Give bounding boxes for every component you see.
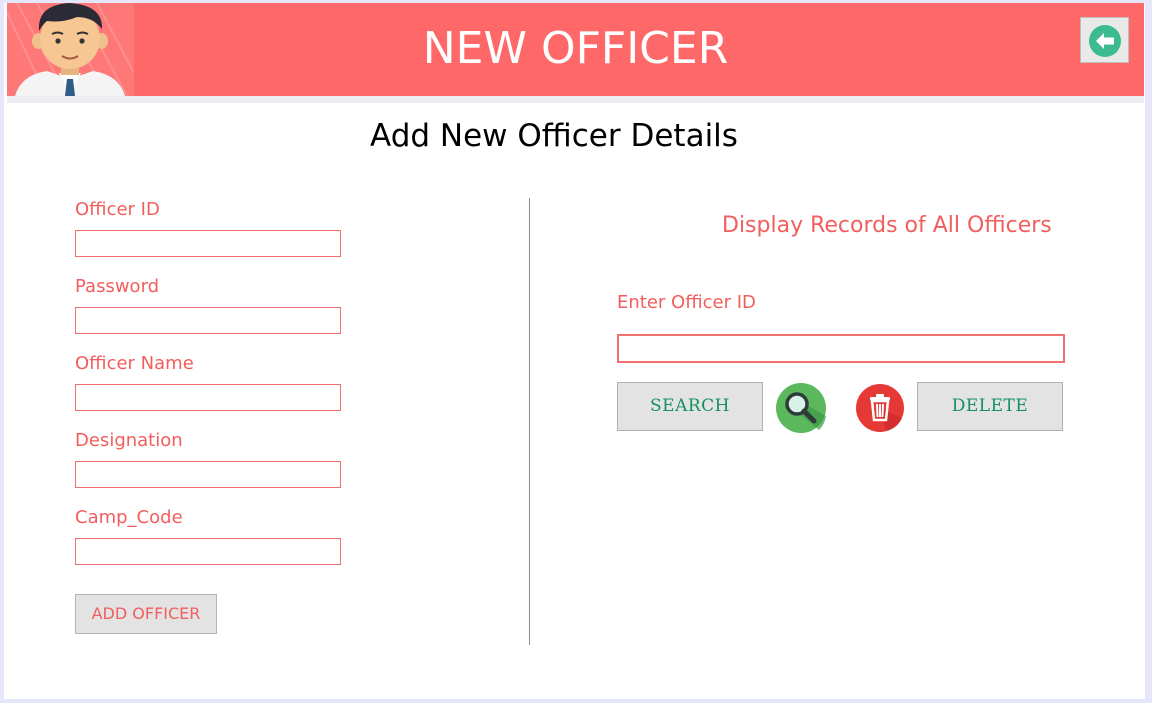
arrow-left-circle-icon	[1089, 25, 1121, 57]
designation-label: Designation	[75, 430, 183, 451]
password-label: Password	[75, 276, 160, 297]
designation-field[interactable]	[75, 461, 341, 488]
officer-id-field[interactable]	[75, 230, 341, 257]
header-bar: NEW OFFICER	[7, 3, 1144, 96]
page-title: NEW OFFICER	[422, 23, 729, 74]
search-officer-id-input[interactable]	[617, 334, 1065, 363]
officer-id-label: Officer ID	[75, 199, 160, 220]
search-button[interactable]: SEARCH	[617, 382, 763, 431]
form-heading: Add New Officer Details	[370, 118, 738, 154]
trash-icon[interactable]	[856, 384, 904, 436]
back-button[interactable]	[1080, 17, 1129, 63]
vertical-divider	[529, 198, 530, 645]
officer-name-field[interactable]	[75, 384, 341, 411]
window-frame: NEW OFFICER Add New Officer Details Offi…	[4, 3, 1145, 699]
camp-code-field[interactable]	[75, 538, 341, 565]
add-officer-button[interactable]: ADD OFFICER	[75, 594, 217, 634]
delete-button[interactable]: DELETE	[917, 382, 1063, 431]
officer-avatar-icon	[7, 3, 134, 96]
camp-code-label: Camp_Code	[75, 507, 183, 528]
officer-name-label: Officer Name	[75, 353, 194, 374]
password-field[interactable]	[75, 307, 341, 334]
enter-officer-id-label: Enter Officer ID	[617, 292, 756, 313]
records-heading: Display Records of All Officers	[722, 213, 1052, 238]
header-divider	[7, 96, 1144, 103]
magnifier-icon[interactable]	[775, 382, 827, 438]
